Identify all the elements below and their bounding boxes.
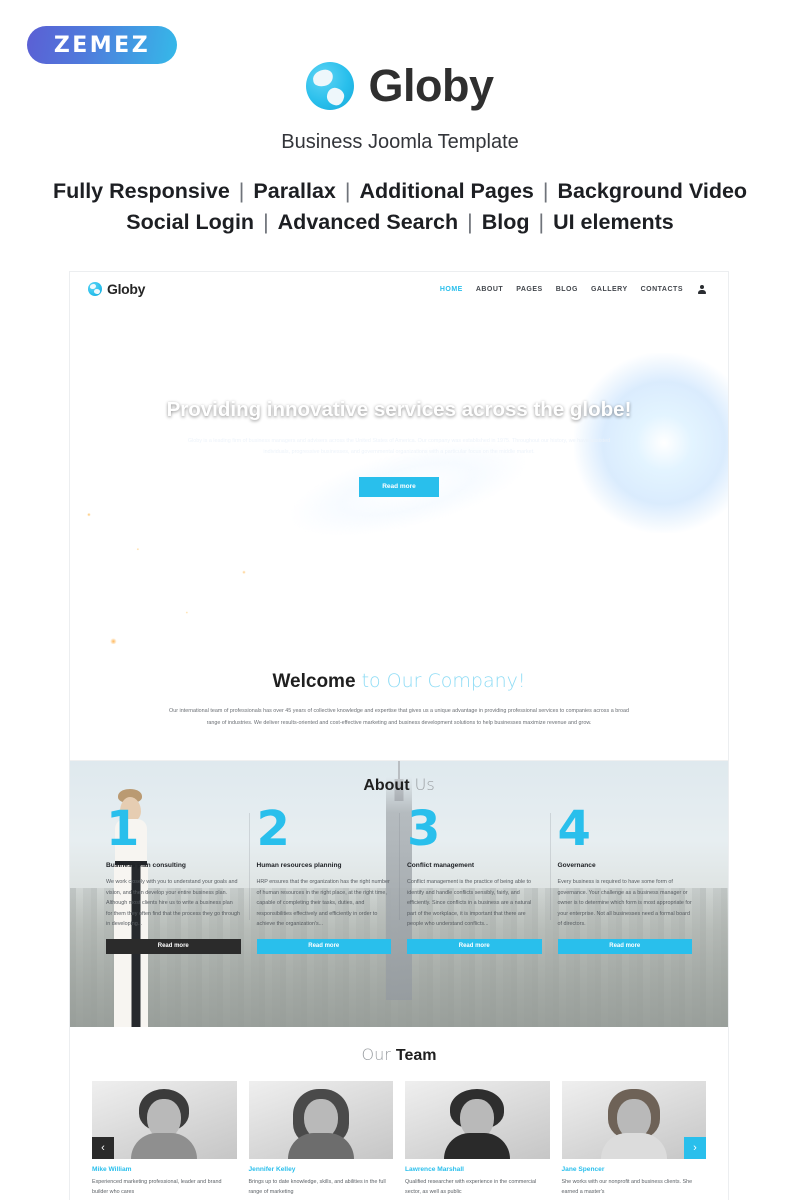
about-columns: 1 Business plan consulting We work close… — [70, 800, 728, 954]
template-title-block: Globy Business Joomla Template Fully Res… — [0, 60, 800, 237]
feature-item: Fully Responsive — [52, 179, 230, 203]
about-column-number: 3 — [407, 800, 441, 857]
team-member-name: Jennifer Kelley — [248, 1165, 296, 1173]
team-member-name: Jane Spencer — [561, 1165, 605, 1173]
feature-item: Parallax — [253, 179, 336, 203]
team-member-bio: Brings up to date knowledge, skills, and… — [248, 1178, 386, 1196]
feature-item: Background Video — [557, 179, 748, 203]
chevron-right-icon[interactable]: › — [684, 1136, 706, 1159]
site-logo[interactable]: Globy — [88, 281, 145, 297]
body-decoration — [600, 1132, 667, 1159]
welcome-heading: Welcome to Our Company! — [70, 670, 728, 693]
feature-item: Advanced Search — [277, 209, 459, 234]
about-read-more-button[interactable]: Read more — [256, 938, 391, 954]
welcome-paragraph: Our international team of professionals … — [169, 708, 629, 726]
body-decoration — [444, 1132, 511, 1159]
nav-item-home[interactable]: HOME — [440, 286, 463, 293]
about-read-more-button[interactable]: Read more — [407, 938, 542, 954]
page-root: ZEMEZ Globy Business Joomla Template Ful… — [0, 0, 800, 1200]
about-read-more-button[interactable]: Read more — [106, 938, 241, 954]
welcome-heading-bold: Welcome — [272, 671, 356, 692]
welcome-section: Welcome to Our Company! Our internationa… — [70, 644, 728, 761]
nav-item-blog[interactable]: BLOG — [556, 286, 578, 293]
team-section: Our Team Mike William Experienced market… — [70, 1026, 728, 1198]
nav-item-pages[interactable]: PAGES — [516, 286, 543, 293]
about-heading-light: Us — [409, 774, 435, 794]
template-preview: Globy HOME ABOUT PAGES BLOG GALLERY CONT… — [70, 272, 728, 1200]
hero-content: We are Globy. Providing innovative servi… — [70, 350, 728, 497]
team-heading-light: Our — [361, 1044, 396, 1064]
user-icon[interactable] — [698, 284, 706, 294]
team-heading-bold: Team — [395, 1046, 437, 1064]
feature-item: Blog — [481, 209, 530, 234]
about-column: 4 Governance Every business is required … — [549, 800, 701, 954]
hero-paragraph: Globy is a leading firm of business mana… — [187, 438, 611, 456]
hero-section: We are Globy. Providing innovative servi… — [70, 306, 728, 644]
team-member-bio: Qualified researcher with experience in … — [405, 1178, 537, 1196]
site-nav-links: HOME ABOUT PAGES BLOG GALLERY CONTACTS — [440, 284, 710, 294]
about-read-more-button[interactable]: Read more — [557, 938, 692, 954]
feature-separator: | — [263, 209, 269, 234]
site-logo-text: Globy — [107, 281, 146, 297]
feature-item: Social Login — [126, 209, 255, 234]
about-section: About Us 1 Business plan consulting We w… — [70, 760, 728, 1027]
avatar — [248, 1080, 393, 1159]
nav-item-gallery[interactable]: GALLERY — [591, 286, 628, 293]
feature-separator: | — [467, 209, 473, 234]
about-column-text: Every business is required to have some … — [557, 879, 692, 928]
about-column: 3 Conflict management Conflict managemen… — [399, 800, 550, 954]
about-heading: About Us — [70, 761, 728, 795]
about-column-number: 4 — [557, 800, 591, 857]
team-member-card[interactable]: Lawrence Marshall Qualified researcher w… — [405, 1080, 550, 1198]
team-member-name: Mike William — [92, 1165, 132, 1173]
feature-separator: | — [538, 209, 545, 234]
nav-item-about[interactable]: ABOUT — [476, 286, 503, 293]
about-column-heading: Human resources planning — [256, 861, 342, 869]
team-heading: Our Team — [70, 1045, 728, 1065]
nav-item-contacts[interactable]: CONTACTS — [641, 286, 683, 293]
body-decoration — [131, 1132, 198, 1159]
about-column-text: HRP ensures that the organization has th… — [256, 879, 390, 928]
about-column-number: 1 — [106, 800, 140, 857]
feature-separator: | — [542, 179, 549, 203]
hero-title-thin: We are Globy. — [255, 350, 543, 396]
about-column-text: Conflict management is the practice of b… — [407, 879, 532, 928]
globe-icon — [88, 282, 102, 296]
template-subtitle: Business Joomla Template — [281, 131, 519, 153]
welcome-heading-light: to Our Company! — [355, 670, 526, 692]
feature-list: Fully Responsive | Parallax | Additional Pag… — [0, 176, 800, 237]
hero-title-bold: Providing innovative services across the… — [166, 398, 632, 421]
feature-item: Additional Pages — [359, 179, 534, 203]
about-column: 2 Human resources planning HRP ensures t… — [248, 800, 400, 954]
brand-line: Globy — [0, 60, 800, 112]
page-title: Globy — [368, 60, 494, 111]
team-member-bio: She works with our nonprofit and busines… — [561, 1178, 693, 1196]
hero-read-more-button[interactable]: Read more — [359, 476, 439, 497]
avatar — [405, 1080, 550, 1159]
about-column-heading: Governance — [557, 861, 596, 869]
about-column-text: We work closely with you to understand y… — [106, 879, 240, 928]
feature-list-row-2: Social Login | Advanced Search | Blog | UI ele… — [0, 207, 800, 238]
zemez-logo-badge[interactable]: ZEMEZ — [27, 26, 177, 64]
about-heading-bold: About — [363, 776, 410, 794]
site-navbar: Globy HOME ABOUT PAGES BLOG GALLERY CONT… — [70, 272, 728, 306]
zemez-logo-text: ZEMEZ — [53, 32, 151, 58]
feature-item: UI elements — [553, 209, 674, 234]
about-column: 1 Business plan consulting We work close… — [98, 800, 249, 954]
team-member-bio: Experienced marketing professional, lead… — [92, 1178, 222, 1196]
chevron-left-icon[interactable]: ‹ — [92, 1136, 114, 1159]
feature-separator: | — [238, 179, 245, 203]
about-column-number: 2 — [256, 800, 290, 857]
about-column-heading: Conflict management — [407, 861, 475, 869]
globe-icon — [306, 62, 355, 110]
about-column-heading: Business plan consulting — [106, 861, 186, 869]
feature-separator: | — [344, 179, 351, 203]
team-carousel: Mike William Experienced marketing profe… — [70, 1080, 728, 1198]
team-member-name: Lawrence Marshall — [405, 1165, 465, 1173]
feature-list-row-1: Fully Responsive | Parallax | Additional Pag… — [0, 176, 800, 207]
team-member-card[interactable]: Jennifer Kelley Brings up to date knowle… — [248, 1080, 393, 1198]
